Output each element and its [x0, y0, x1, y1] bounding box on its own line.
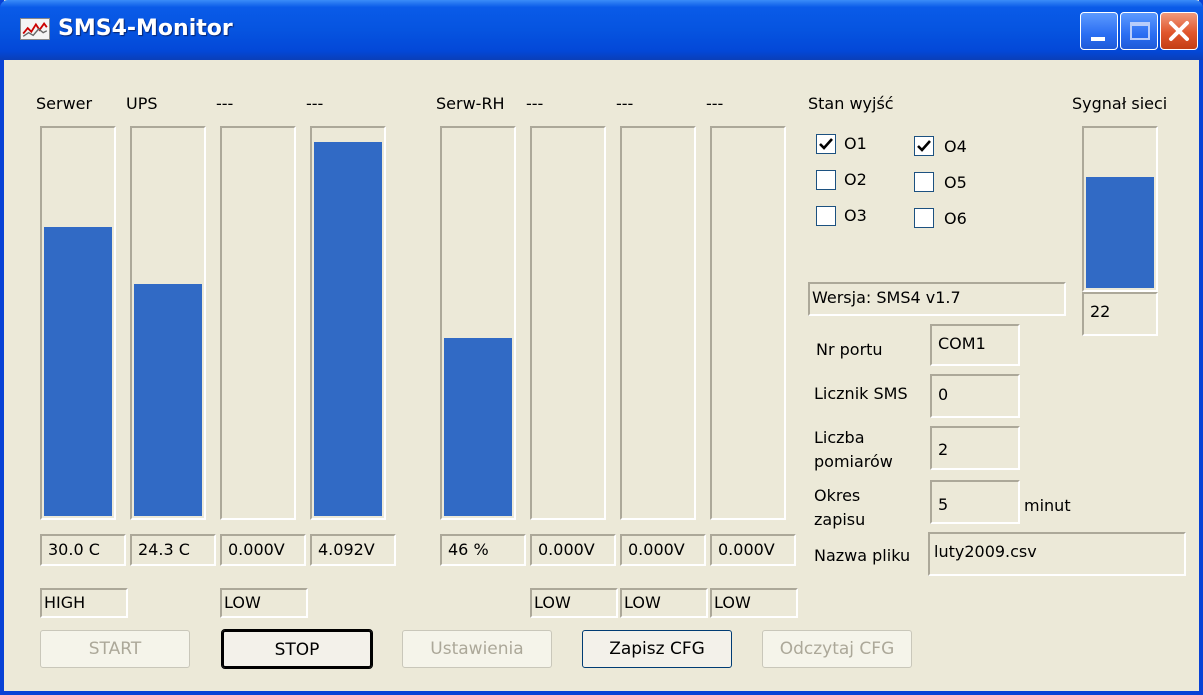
channel-value-2: 24.3 C — [130, 534, 216, 566]
save-cfg-button[interactable]: Zapisz CFG — [582, 630, 732, 668]
stop-button[interactable]: STOP — [221, 629, 373, 669]
channel-bar-fill — [44, 226, 112, 516]
channel-bar-6 — [530, 126, 606, 520]
read-cfg-button[interactable]: Odczytaj CFG — [762, 630, 912, 668]
channel-state-1: HIGH — [40, 588, 128, 618]
output-label-o6: O6 — [944, 209, 967, 228]
measurements-label-line1: Liczba — [814, 428, 865, 447]
maximize-icon — [1130, 22, 1150, 40]
app-chart-icon — [20, 18, 50, 40]
output-checkbox-o1[interactable] — [816, 134, 836, 154]
output-label-o4: O4 — [944, 137, 967, 156]
channel-value-1: 30.0 C — [40, 534, 126, 566]
channel-bar-4 — [310, 126, 386, 520]
sms-counter-field: 0 — [930, 374, 1020, 418]
period-label-line2: zapisu — [814, 510, 866, 529]
channel-state-3: LOW — [220, 588, 308, 618]
file-name-label: Nazwa pliku — [814, 546, 911, 565]
channel-bar-fill — [134, 284, 202, 516]
output-checkbox-o3[interactable] — [816, 206, 836, 226]
channel-value-7: 0.000V — [620, 534, 706, 566]
channel-bar-3 — [220, 126, 296, 520]
channel-state-8: LOW — [710, 588, 798, 618]
minimize-icon — [1091, 37, 1105, 41]
main-window: SMS4-Monitor Serwer UPS --- --- Serw-RH … — [0, 0, 1203, 695]
output-checkbox-o6[interactable] — [914, 208, 934, 228]
settings-button[interactable]: Ustawienia — [402, 630, 552, 668]
port-field: COM1 — [930, 324, 1020, 366]
minimize-button[interactable] — [1080, 12, 1118, 50]
channel-value-3: 0.000V — [220, 534, 306, 566]
channel-bar-5 — [440, 126, 516, 520]
signal-value: 22 — [1082, 292, 1158, 336]
measurements-label-line2: pomiarów — [814, 452, 893, 471]
channel-bar-7 — [620, 126, 696, 520]
channel-bar-1 — [40, 126, 116, 520]
output-checkbox-o4[interactable] — [914, 136, 934, 156]
channel-label-1: Serwer — [36, 94, 93, 113]
output-label-o3: O3 — [844, 206, 867, 225]
signal-bar-fill — [1086, 177, 1154, 288]
measurements-field: 2 — [930, 426, 1020, 470]
channel-state-6: LOW — [530, 588, 618, 618]
close-icon — [1169, 21, 1189, 41]
channel-value-8: 0.000V — [710, 534, 796, 566]
channel-value-4: 4.092V — [310, 534, 396, 566]
period-field[interactable]: 5 — [930, 480, 1020, 524]
channel-state-7: LOW — [620, 588, 708, 618]
channel-label-2: UPS — [126, 94, 158, 113]
start-button[interactable]: START — [40, 630, 190, 668]
channel-label-8: --- — [706, 94, 724, 113]
channel-bar-fill — [314, 141, 382, 516]
channel-value-5: 46 % — [440, 534, 526, 566]
signal-label: Sygnał sieci — [1072, 94, 1168, 113]
outputs-label: Stan wyjść — [808, 94, 894, 113]
channel-label-5: Serw-RH — [436, 94, 505, 113]
channel-label-3: --- — [216, 94, 234, 113]
channel-value-6: 0.000V — [530, 534, 616, 566]
title-bar[interactable]: SMS4-Monitor — [0, 0, 1203, 60]
period-unit: minut — [1024, 496, 1071, 515]
channel-label-4: --- — [306, 94, 324, 113]
version-field: Wersja: SMS4 v1.7 — [808, 282, 1066, 316]
output-checkbox-o5[interactable] — [914, 172, 934, 192]
maximize-button[interactable] — [1120, 12, 1158, 50]
sms-counter-label: Licznik SMS — [814, 384, 908, 403]
channel-label-7: --- — [616, 94, 634, 113]
channel-bar-8 — [710, 126, 786, 520]
period-label-line1: Okres — [814, 486, 861, 505]
signal-bar — [1082, 126, 1158, 292]
channel-bar-fill — [444, 338, 512, 516]
port-label: Nr portu — [816, 340, 883, 359]
output-label-o1: O1 — [844, 134, 867, 153]
output-checkbox-o2[interactable] — [816, 170, 836, 190]
output-label-o5: O5 — [944, 173, 967, 192]
channel-bar-2 — [130, 126, 206, 520]
channel-label-6: --- — [526, 94, 544, 113]
window-title: SMS4-Monitor — [58, 16, 233, 41]
output-label-o2: O2 — [844, 170, 867, 189]
close-button[interactable] — [1160, 12, 1198, 50]
file-name-field[interactable]: luty2009.csv — [928, 532, 1186, 576]
